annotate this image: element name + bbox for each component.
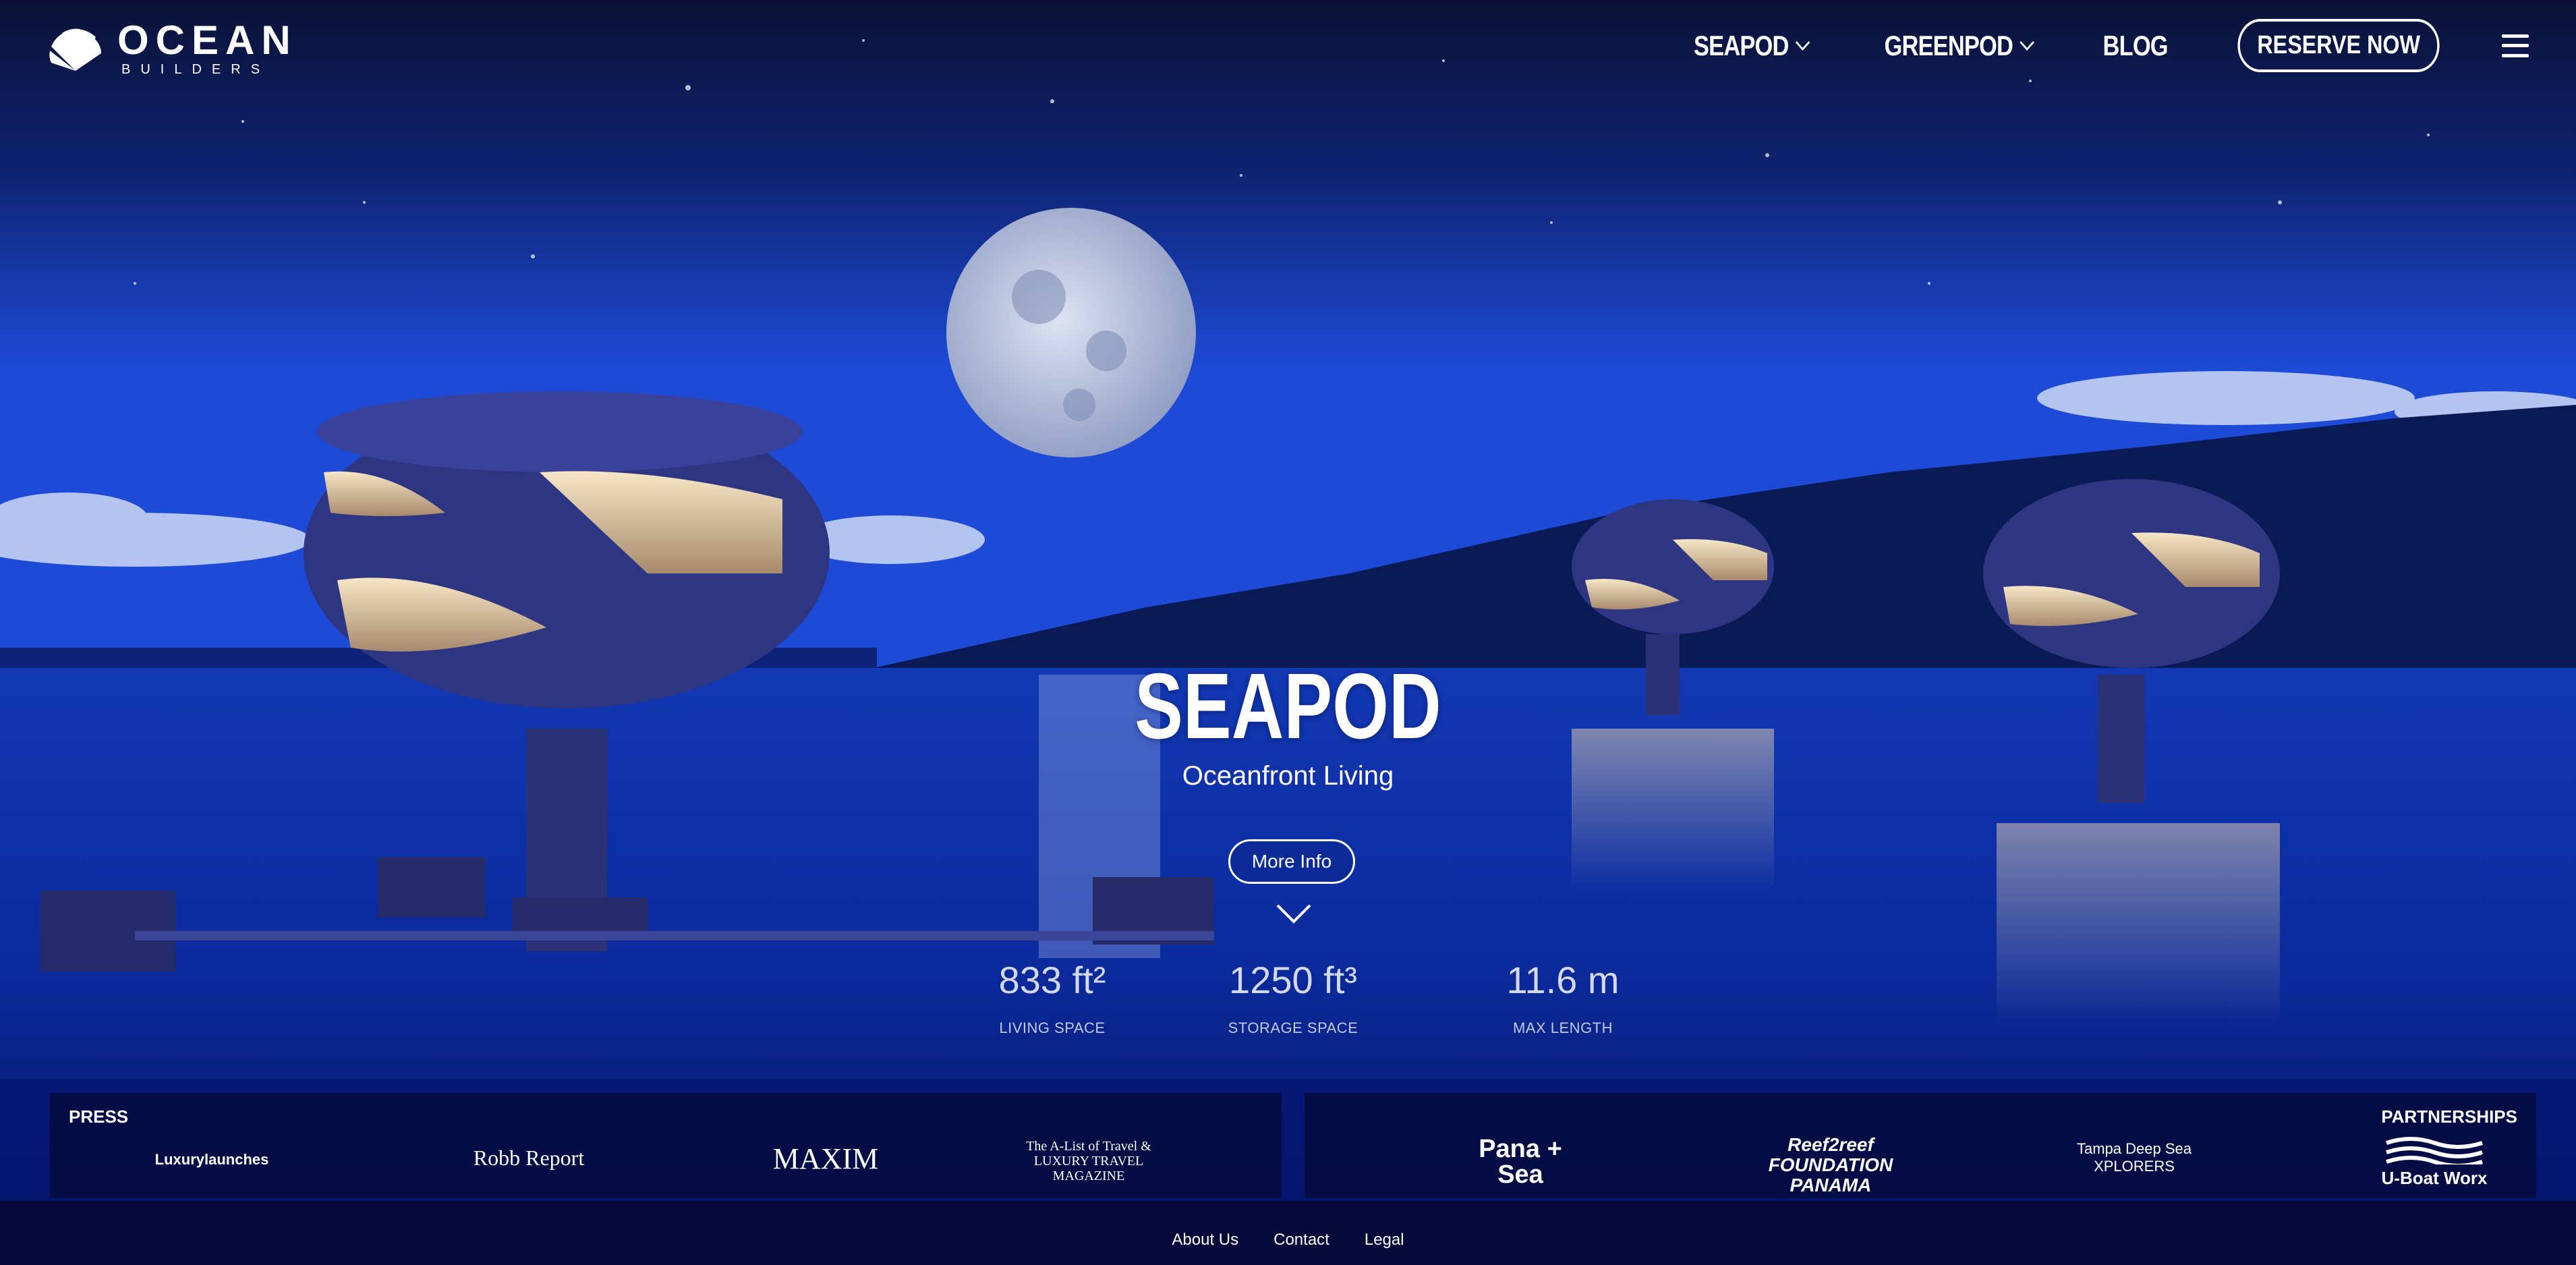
nav-seapod[interactable]: SEAPOD: [1694, 30, 1810, 62]
partner-logo-panasea[interactable]: Pana + Sea: [1466, 1136, 1574, 1187]
footer-links: About Us Contact Legal: [0, 1228, 2576, 1252]
footer-about-us[interactable]: About Us: [1168, 1228, 1243, 1252]
footer-contact[interactable]: Contact: [1269, 1228, 1334, 1252]
reserve-now-button[interactable]: RESERVE NOW: [2237, 19, 2440, 72]
partner-logo-reef2reef[interactable]: Reef2reef FOUNDATION PANAMA: [1743, 1135, 1918, 1196]
nav-greenpod-label: GREENPOD: [1884, 29, 2013, 61]
footer-legal[interactable]: Legal: [1360, 1228, 1408, 1252]
hero-background: [0, 0, 2576, 1265]
nav-greenpod[interactable]: GREENPOD: [1884, 30, 2034, 62]
chevron-down-icon: [1795, 40, 1810, 51]
main-menu: SEAPOD GREENPOD BLOG RESERVE NOW: [1681, 19, 2529, 72]
stat-label: LIVING SPACE: [999, 1019, 1106, 1036]
brand-name: OCEAN: [117, 18, 297, 63]
nav-blog[interactable]: BLOG: [2102, 29, 2169, 62]
stat-max-length: 11.6 m MAX LENGTH: [1462, 958, 1664, 1037]
press-logo-luxurylaunches[interactable]: Luxurylaunches: [144, 1151, 279, 1169]
chevron-down-icon[interactable]: [1275, 903, 1313, 924]
chevron-down-icon: [2020, 40, 2034, 51]
press-logo-luxury-travel[interactable]: The A-List of Travel & LUXURY TRAVEL MAG…: [1008, 1139, 1170, 1183]
page: OCEAN BUILDERS SEAPOD GREENPOD BLOG RESE…: [0, 0, 2576, 1265]
press-panel: PRESS Luxurylaunches Robb Report MAXIM T…: [50, 1093, 1282, 1198]
hero-title: SEAPOD: [1135, 654, 1441, 758]
stat-value: 833 ft²: [998, 959, 1106, 1001]
press-title: PRESS: [69, 1106, 129, 1127]
uboat-worx-label: U-Boat Worx: [2381, 1168, 2488, 1188]
brand-sub: BUILDERS: [121, 62, 270, 77]
nav-seapod-label: SEAPOD: [1693, 29, 1789, 61]
stat-storage-space: 1250 ft³ STORAGE SPACE: [1192, 958, 1394, 1037]
stat-living-space: 833 ft² LIVING SPACE: [951, 958, 1153, 1037]
more-info-button[interactable]: More Info: [1228, 839, 1355, 884]
partner-logo-tampa-deep-sea[interactable]: Tampa Deep Sea XPLORERS: [2060, 1140, 2208, 1175]
press-logo-robb-report[interactable]: Robb Report: [428, 1146, 630, 1171]
press-logo-maxim[interactable]: MAXIM: [724, 1142, 927, 1176]
shell-logo-icon: [49, 28, 101, 71]
specs-row: 833 ft² LIVING SPACE 1250 ft³ STORAGE SP…: [951, 958, 1626, 1039]
partnerships-panel: PARTNERSHIPS Pana + Sea Reef2reef FOUNDA…: [1305, 1093, 2536, 1198]
stat-value: 11.6 m: [1506, 959, 1620, 1001]
stat-value: 1250 ft³: [1229, 959, 1357, 1001]
nav-blog-label: BLOG: [2102, 29, 2169, 61]
partnerships-title: PARTNERSHIPS: [2381, 1106, 2517, 1127]
top-navigation: OCEAN BUILDERS SEAPOD GREENPOD BLOG RESE…: [0, 0, 2576, 94]
waves-icon: [2386, 1137, 2483, 1168]
stat-label: MAX LENGTH: [1512, 1019, 1613, 1036]
hamburger-icon[interactable]: [2502, 34, 2529, 57]
partner-logo-uboat-worx[interactable]: U-Boat Worx: [2370, 1136, 2498, 1189]
stat-label: STORAGE SPACE: [1228, 1019, 1358, 1036]
hero-subtitle: Oceanfront Living: [1182, 761, 1394, 791]
ocean-builders-logo[interactable]: OCEAN BUILDERS: [47, 20, 297, 78]
